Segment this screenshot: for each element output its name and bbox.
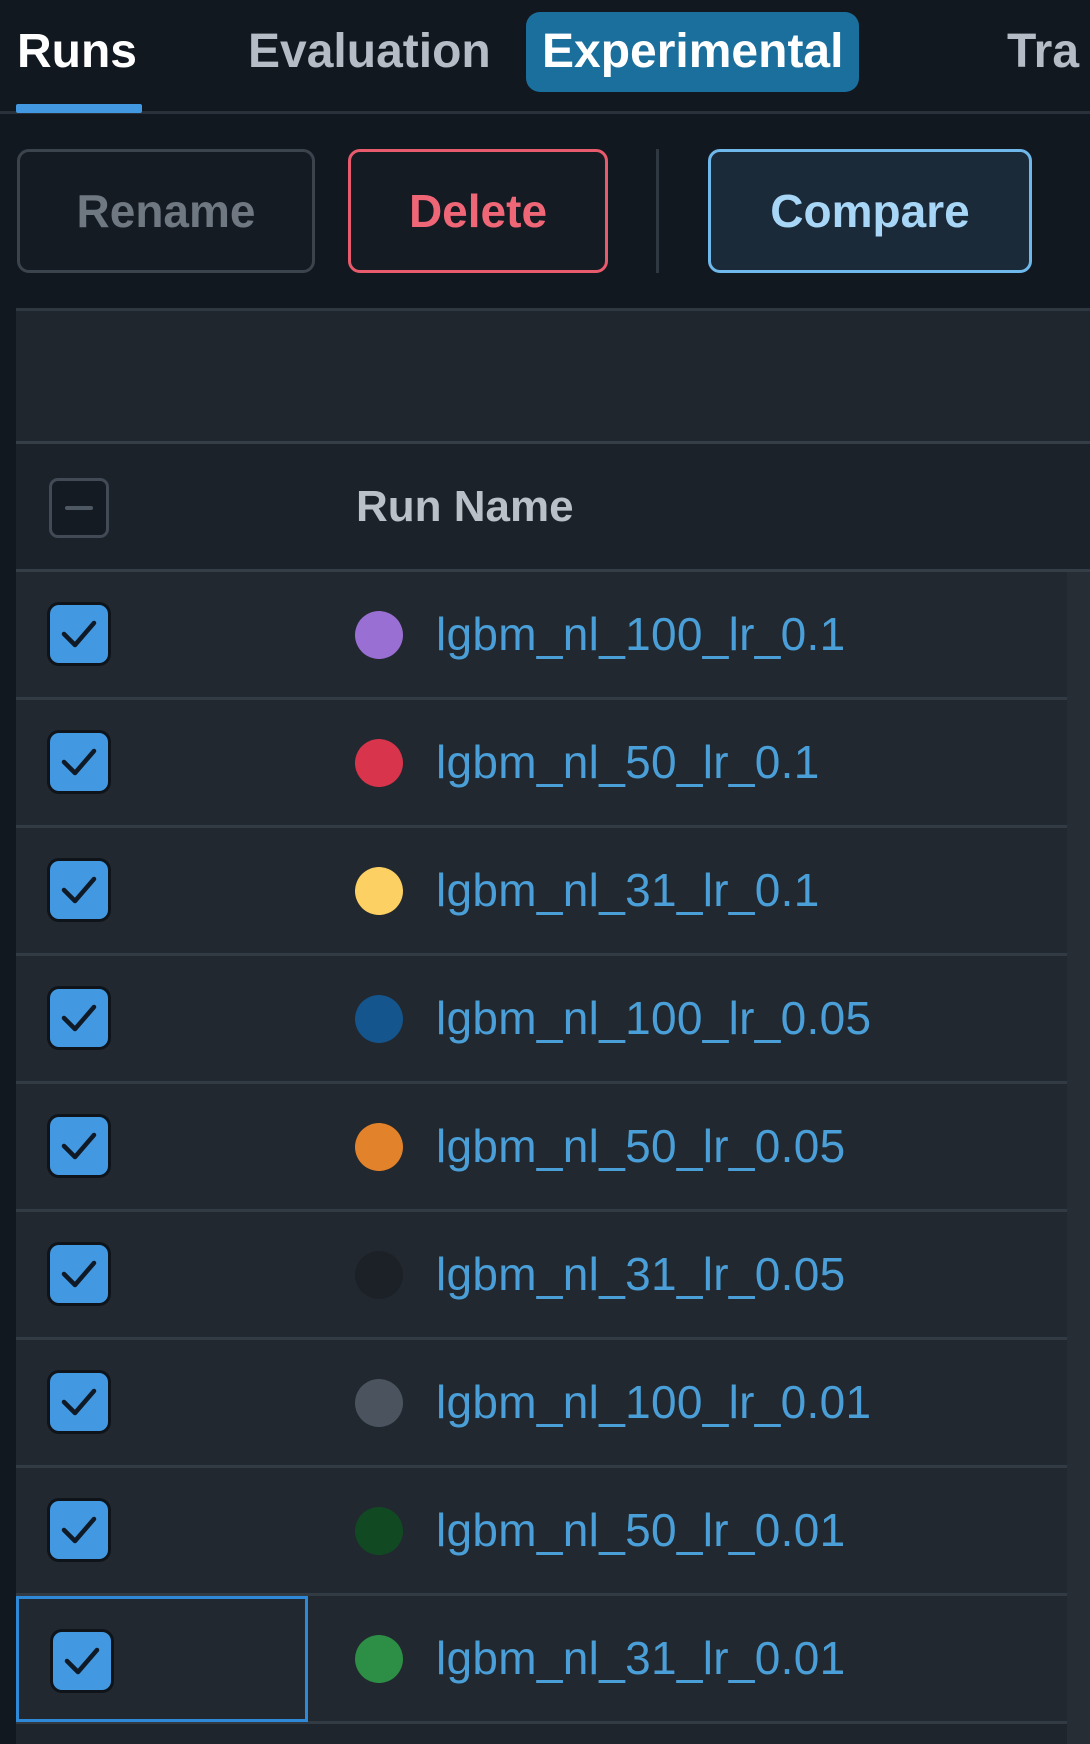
row-select-cell[interactable] [16, 1468, 308, 1593]
row-select-cell[interactable] [16, 572, 308, 697]
row-checkbox[interactable] [50, 1117, 108, 1175]
tab-runs[interactable]: Runs [17, 14, 137, 90]
row-select-cell[interactable] [16, 700, 308, 825]
run-color-dot[interactable] [355, 611, 403, 659]
run-name-link[interactable]: lgbm_nl_50_lr_0.05 [436, 1084, 845, 1209]
run-color-dot[interactable] [355, 1507, 403, 1555]
run-name-column-header[interactable]: Run Name [356, 444, 574, 569]
run-color-dot[interactable] [355, 1379, 403, 1427]
run-color-dot[interactable] [355, 1123, 403, 1171]
run-name-link[interactable]: lgbm_nl_31_lr_0.05 [436, 1212, 845, 1337]
row-checkbox[interactable] [50, 1373, 108, 1431]
row-checkbox[interactable] [50, 989, 108, 1047]
run-color-dot[interactable] [355, 995, 403, 1043]
checkmark-icon [64, 1647, 100, 1675]
tab-bar: Runs Evaluation Experimental Tra [0, 0, 1090, 114]
checkmark-icon [61, 1516, 97, 1544]
run-color-dot[interactable] [355, 867, 403, 915]
row-checkbox[interactable] [53, 1632, 111, 1690]
rename-button[interactable]: Rename [17, 149, 315, 273]
checkmark-icon [61, 1388, 97, 1416]
table-row[interactable]: lgbm_nl_50_lr_0.1 [16, 700, 1090, 828]
table-row[interactable]: lgbm_nl_31_lr_0.01 [16, 1596, 1090, 1724]
row-checkbox[interactable] [50, 605, 108, 663]
checkmark-icon [61, 620, 97, 648]
table-group-header [16, 311, 1090, 444]
run-name-link[interactable]: lgbm_nl_50_lr_0.01 [436, 1468, 845, 1593]
toolbar-divider [656, 149, 659, 273]
toolbar: Rename Delete Compare [0, 114, 1090, 310]
delete-button[interactable]: Delete [348, 149, 608, 273]
row-select-cell[interactable] [16, 956, 308, 1081]
row-checkbox[interactable] [50, 733, 108, 791]
run-name-link[interactable]: lgbm_nl_31_lr_0.01 [436, 1596, 845, 1721]
tab-traces[interactable]: Tra [1007, 14, 1079, 90]
row-checkbox[interactable] [50, 1501, 108, 1559]
checkmark-icon [61, 1132, 97, 1160]
row-select-cell[interactable] [16, 1596, 308, 1722]
select-all-checkbox[interactable] [49, 478, 109, 538]
row-select-cell[interactable] [16, 1212, 308, 1337]
run-name-link[interactable]: lgbm_nl_100_lr_0.01 [436, 1340, 871, 1465]
run-name-link[interactable]: lgbm_nl_31_lr_0.1 [436, 828, 820, 953]
run-name-link[interactable]: lgbm_nl_100_lr_0.05 [436, 956, 871, 1081]
row-select-cell[interactable] [16, 1340, 308, 1465]
table-row[interactable]: lgbm_nl_100_lr_0.05 [16, 956, 1090, 1084]
row-select-cell[interactable] [16, 1084, 308, 1209]
checkmark-icon [61, 1004, 97, 1032]
table-column-header: Run Name [16, 444, 1090, 572]
run-color-dot[interactable] [355, 1251, 403, 1299]
table-row[interactable]: lgbm_nl_31_lr_0.05 [16, 1212, 1090, 1340]
runs-table: Run Name lgbm_nl_100_lr_0.1 lgbm_nl_50_lr… [16, 308, 1090, 1744]
table-rows: lgbm_nl_100_lr_0.1 lgbm_nl_50_lr_0.1 lgbm_… [16, 572, 1090, 1724]
row-checkbox[interactable] [50, 861, 108, 919]
tab-evaluation[interactable]: Evaluation [248, 14, 491, 90]
row-select-cell[interactable] [16, 828, 308, 953]
checkmark-icon [61, 748, 97, 776]
active-tab-indicator [16, 104, 142, 113]
vertical-scrollbar[interactable] [1067, 572, 1090, 1744]
table-row[interactable]: lgbm_nl_50_lr_0.01 [16, 1468, 1090, 1596]
table-row[interactable]: lgbm_nl_31_lr_0.1 [16, 828, 1090, 956]
runs-page: Runs Evaluation Experimental Tra Rename … [0, 0, 1090, 1744]
table-row[interactable]: lgbm_nl_100_lr_0.01 [16, 1340, 1090, 1468]
run-color-dot[interactable] [355, 739, 403, 787]
run-name-link[interactable]: lgbm_nl_50_lr_0.1 [436, 700, 820, 825]
table-row[interactable]: lgbm_nl_50_lr_0.05 [16, 1084, 1090, 1212]
row-checkbox[interactable] [50, 1245, 108, 1303]
checkmark-icon [61, 1260, 97, 1288]
table-row[interactable]: lgbm_nl_100_lr_0.1 [16, 572, 1090, 700]
compare-button[interactable]: Compare [708, 149, 1032, 273]
tab-experimental[interactable]: Experimental [526, 12, 860, 92]
run-color-dot[interactable] [355, 1635, 403, 1683]
run-name-link[interactable]: lgbm_nl_100_lr_0.1 [436, 572, 845, 697]
checkmark-icon [61, 876, 97, 904]
